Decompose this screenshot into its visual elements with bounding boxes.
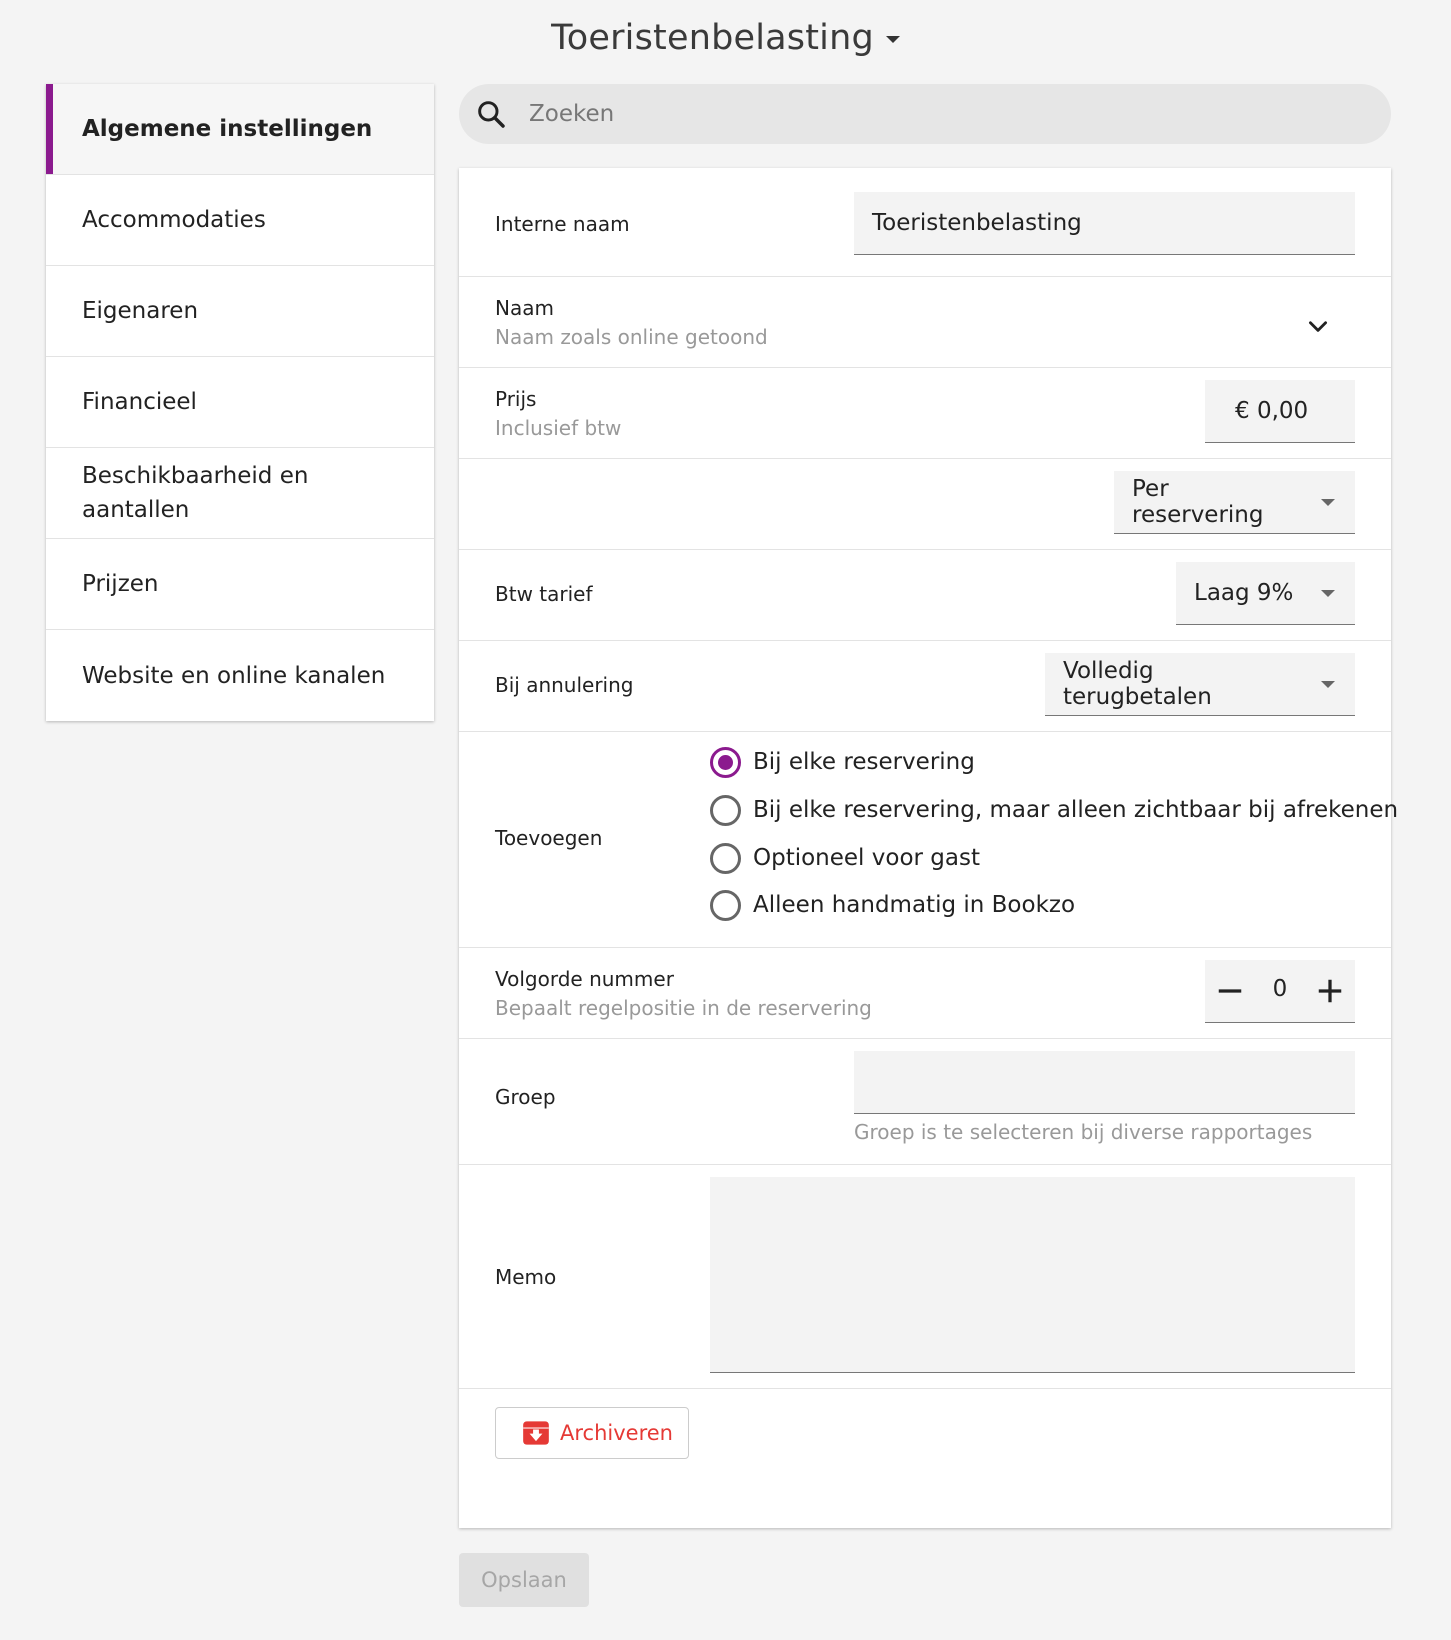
order-label: Volgorde nummer [495, 967, 674, 991]
radio-option-every-reservation[interactable]: Bij elke reservering [710, 745, 975, 779]
order-row: Volgorde nummer Bepaalt regelpositie in … [459, 948, 1391, 1039]
order-value[interactable]: 0 [1255, 976, 1305, 1002]
name-sublabel: Naam zoals online getoond [495, 325, 768, 349]
chevron-down-icon[interactable] [1305, 313, 1331, 339]
minus-icon[interactable] [1215, 976, 1245, 1006]
archive-button-label: Archiveren [560, 1421, 673, 1445]
radio-label: Bij elke reservering, maar alleen zichtb… [753, 797, 1399, 823]
sidebar-item-website[interactable]: Website en online kanalen [46, 630, 434, 721]
radio-label: Optioneel voor gast [753, 845, 980, 871]
archive-button[interactable]: Archiveren [495, 1407, 689, 1459]
radio-label: Alleen handmatig in Bookzo [753, 892, 1076, 918]
search-input[interactable] [529, 94, 1349, 134]
sidebar-item-beschikbaarheid[interactable]: Beschikbaarheid en aantallen [46, 448, 434, 539]
memo-row: Memo [459, 1165, 1391, 1389]
archive-icon [523, 1421, 549, 1445]
price-row: Prijs Inclusief btw € 0,00 [459, 368, 1391, 459]
plus-icon[interactable] [1315, 976, 1345, 1006]
price-label: Prijs [495, 387, 537, 411]
memo-textarea[interactable] [710, 1177, 1355, 1373]
sidebar-item-eigenaren[interactable]: Eigenaren [46, 266, 434, 357]
sidebar-item-label: Website en online kanalen [82, 662, 386, 689]
name-row[interactable]: Naam Naam zoals online getoond [459, 277, 1391, 368]
caret-down-icon [885, 35, 900, 43]
cancellation-label: Bij annulering [495, 673, 634, 697]
page-title-text: Toeristenbelasting [551, 18, 874, 58]
radio-checked-icon [710, 746, 741, 778]
group-hint: Groep is te selecteren bij diverse rappo… [854, 1120, 1313, 1144]
dropdown-arrow-icon [1321, 681, 1335, 688]
radio-option-visible-at-checkout[interactable]: Bij elke reservering, maar alleen zichtb… [710, 793, 1398, 827]
sidebar-item-label: Algemene instellingen [82, 116, 373, 142]
add-label: Toevoegen [495, 826, 603, 850]
page-title[interactable]: Toeristenbelasting [0, 18, 1451, 58]
group-field[interactable] [854, 1051, 1355, 1114]
cancellation-select-value: Volledig terugbetalen [1063, 658, 1212, 710]
radio-unchecked-icon [710, 842, 741, 874]
save-button[interactable]: Opslaan [459, 1553, 589, 1607]
internal-name-field[interactable]: Toeristenbelasting [854, 192, 1355, 255]
vat-label: Btw tarief [495, 582, 593, 606]
sidebar-item-label: Prijzen [82, 571, 159, 597]
price-sublabel: Inclusief btw [495, 416, 622, 440]
radio-option-optional-guest[interactable]: Optioneel voor gast [710, 841, 980, 875]
cancellation-select[interactable]: Volledig terugbetalen [1045, 653, 1355, 716]
radio-label: Bij elke reservering [753, 749, 975, 775]
settings-card: Interne naam Toeristenbelasting Naam Naa… [459, 168, 1398, 1528]
search-bar [459, 84, 1391, 144]
sidebar-item-accommodaties[interactable]: Accommodaties [46, 175, 434, 266]
sidebar-item-financieel[interactable]: Financieel [46, 357, 434, 448]
internal-name-label: Interne naam [495, 212, 630, 236]
price-field[interactable]: € 0,00 [1205, 380, 1355, 443]
sidebar-item-prijzen[interactable]: Prijzen [46, 539, 434, 630]
per-select-value: Per reservering [1132, 476, 1264, 528]
cancellation-row: Bij annulering Volledig terugbetalen [459, 641, 1391, 732]
internal-name-row: Interne naam Toeristenbelasting [459, 168, 1391, 277]
sidebar-item-label: Eigenaren [82, 298, 199, 324]
sidebar-item-algemene-instellingen[interactable]: Algemene instellingen [46, 84, 434, 175]
group-row: Groep Groep is te selecteren bij diverse… [459, 1039, 1391, 1165]
sidebar-item-label: Accommodaties [82, 207, 266, 233]
sidebar: Algemene instellingen Accommodaties Eige… [46, 84, 434, 721]
vat-select[interactable]: Laag 9% [1176, 562, 1355, 625]
vat-select-value: Laag 9% [1194, 580, 1294, 606]
dropdown-arrow-icon [1321, 499, 1335, 506]
order-stepper: 0 [1205, 960, 1355, 1023]
per-select[interactable]: Per reservering [1114, 471, 1355, 534]
group-label: Groep [495, 1085, 556, 1109]
sidebar-item-label: Beschikbaarheid en aantallen [82, 463, 309, 523]
memo-label: Memo [495, 1265, 557, 1289]
radio-unchecked-icon [710, 889, 741, 921]
order-sublabel: Bepaalt regelpositie in de reservering [495, 996, 872, 1020]
sidebar-item-label: Financieel [82, 389, 197, 415]
vat-row: Btw tarief Laag 9% [459, 550, 1391, 641]
add-row: Toevoegen Bij elke reservering Bij elke … [459, 732, 1398, 948]
radio-option-manual-bookzo[interactable]: Alleen handmatig in Bookzo [710, 888, 1075, 922]
dropdown-arrow-icon [1321, 590, 1335, 597]
name-label: Naam [495, 296, 554, 320]
search-icon[interactable] [475, 98, 507, 130]
per-row: Per reservering [459, 459, 1391, 550]
radio-unchecked-icon [710, 794, 741, 826]
